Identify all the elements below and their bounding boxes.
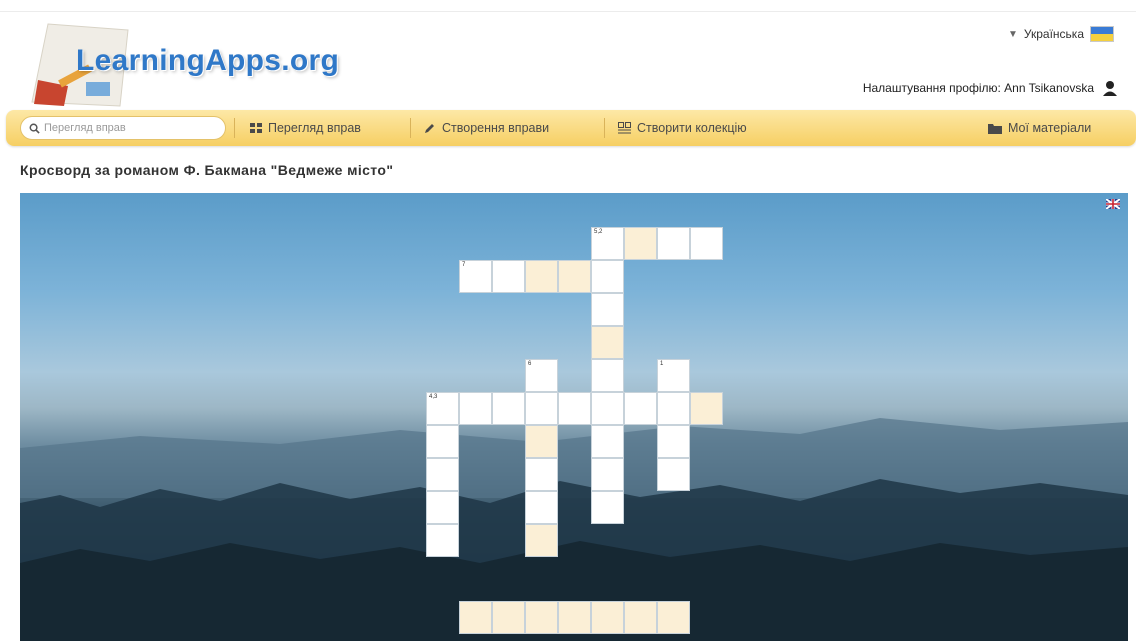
search-icon bbox=[29, 123, 40, 134]
answer-cell[interactable] bbox=[657, 601, 690, 634]
crossword-cell[interactable]: 5,2 bbox=[591, 227, 624, 260]
answer-cell[interactable] bbox=[459, 601, 492, 634]
crossword-cell[interactable] bbox=[525, 260, 558, 293]
crossword-cell[interactable]: 4,3 bbox=[426, 392, 459, 425]
crossword-cell[interactable]: 6 bbox=[525, 359, 558, 392]
profile-settings-link[interactable]: Налаштування профілю: Ann Tsikanovska bbox=[863, 80, 1118, 96]
answer-cell[interactable] bbox=[591, 601, 624, 634]
logo-text[interactable]: LearningApps.org bbox=[76, 44, 339, 78]
crossword-cell[interactable] bbox=[426, 425, 459, 458]
crossword-cell[interactable]: 1 bbox=[657, 359, 690, 392]
crossword-cell[interactable] bbox=[492, 260, 525, 293]
crossword-cell[interactable]: 7 bbox=[459, 260, 492, 293]
crossword-cell[interactable] bbox=[591, 359, 624, 392]
crossword-cell[interactable] bbox=[690, 227, 723, 260]
crossword-cell[interactable] bbox=[426, 491, 459, 524]
clue-number: 4,3 bbox=[429, 394, 438, 400]
crossword-cell[interactable] bbox=[426, 524, 459, 557]
answer-cell[interactable] bbox=[492, 601, 525, 634]
answer-cell[interactable] bbox=[624, 601, 657, 634]
clue-number: 7 bbox=[462, 262, 466, 268]
search-box[interactable] bbox=[20, 116, 226, 140]
crossword-cell[interactable] bbox=[558, 260, 591, 293]
english-flag-icon[interactable] bbox=[1106, 199, 1120, 209]
crossword-cell[interactable] bbox=[492, 392, 525, 425]
crossword-cell[interactable] bbox=[525, 491, 558, 524]
user-icon bbox=[1103, 81, 1117, 96]
crossword-cell[interactable] bbox=[591, 293, 624, 326]
crossword-cell[interactable] bbox=[525, 458, 558, 491]
profile-label: Налаштування профілю: Ann Tsikanovska bbox=[862, 81, 1094, 95]
pencil-icon bbox=[425, 124, 434, 133]
clue-number: 5,2 bbox=[594, 229, 603, 235]
crossword-cell[interactable] bbox=[657, 392, 690, 425]
crossword-cell[interactable] bbox=[591, 458, 624, 491]
crossword-cell[interactable] bbox=[657, 425, 690, 458]
answer-cell[interactable] bbox=[525, 601, 558, 634]
crossword-cell[interactable] bbox=[525, 524, 558, 557]
crossword-cell[interactable] bbox=[591, 491, 624, 524]
clue-number: 6 bbox=[528, 361, 532, 367]
crossword-cell[interactable] bbox=[525, 392, 558, 425]
ukraine-flag-icon bbox=[1090, 26, 1114, 42]
main-toolbar: Перегляд вправ Створення вправи Створити… bbox=[6, 110, 1136, 146]
chevron-down-icon: ▼ bbox=[1008, 28, 1018, 40]
create-exercise-link[interactable]: Створення вправи bbox=[424, 110, 549, 146]
grid-icon bbox=[250, 122, 262, 133]
language-selector[interactable]: ▼ Українська bbox=[1008, 26, 1114, 42]
crossword-cell[interactable] bbox=[525, 425, 558, 458]
browse-exercises-link[interactable]: Перегляд вправ bbox=[250, 110, 361, 146]
crossword-stage: 5,2 7 6 1 4,3 bbox=[20, 193, 1128, 641]
crossword-cell[interactable] bbox=[591, 326, 624, 359]
crossword-cell[interactable] bbox=[558, 392, 591, 425]
clue-number: 1 bbox=[660, 361, 664, 367]
crossword-cell[interactable] bbox=[459, 392, 492, 425]
crossword-cell[interactable] bbox=[591, 392, 624, 425]
search-input[interactable] bbox=[44, 122, 214, 134]
top-rule bbox=[0, 0, 1136, 12]
crossword-cell[interactable] bbox=[591, 260, 624, 293]
crossword-cell[interactable] bbox=[624, 227, 657, 260]
create-collection-label: Створити колекцію bbox=[637, 121, 747, 135]
toolbar-divider bbox=[234, 118, 235, 138]
collection-icon bbox=[618, 122, 631, 134]
my-materials-link[interactable]: Мої матеріали bbox=[988, 110, 1091, 146]
my-materials-label: Мої матеріали bbox=[1008, 121, 1092, 135]
answer-cell[interactable] bbox=[558, 601, 591, 634]
crossword-cell[interactable] bbox=[657, 458, 690, 491]
crossword-cell[interactable] bbox=[690, 392, 723, 425]
create-collection-link[interactable]: Створити колекцію bbox=[618, 110, 747, 146]
toolbar-divider bbox=[410, 118, 411, 138]
folder-icon bbox=[988, 123, 1002, 134]
toolbar-divider bbox=[604, 118, 605, 138]
create-exercise-label: Створення вправи bbox=[442, 121, 550, 135]
page-title: Кросворд за романом Ф. Бакмана "Ведмеже … bbox=[20, 162, 394, 178]
browse-exercises-label: Перегляд вправ bbox=[268, 121, 361, 135]
crossword-cell[interactable] bbox=[624, 392, 657, 425]
crossword-cell[interactable] bbox=[657, 227, 690, 260]
crossword-cell[interactable] bbox=[426, 458, 459, 491]
language-label: Українська bbox=[1023, 27, 1084, 41]
crossword-cell[interactable] bbox=[591, 425, 624, 458]
